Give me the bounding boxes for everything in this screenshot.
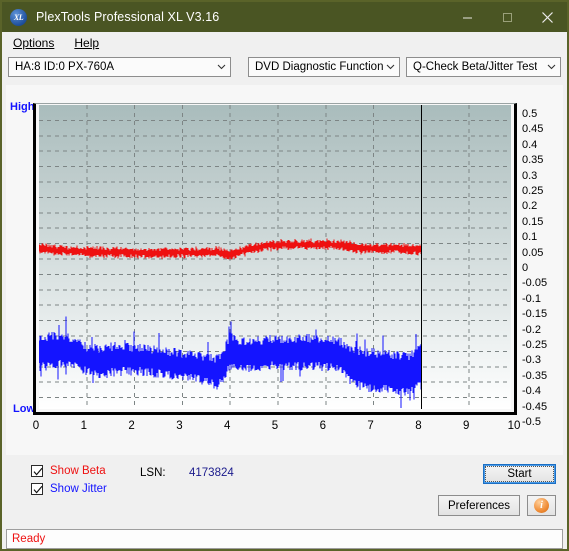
checkmark-icon[interactable]: [31, 483, 43, 495]
y-axis-tick-label: -0.3: [522, 354, 541, 367]
lsn-value: 4173824: [189, 467, 234, 479]
x-axis-tick-label: 9: [462, 420, 470, 432]
y-axis-tick-label: -0.45: [522, 400, 548, 413]
y-axis-tick-label: -0.2: [522, 323, 541, 336]
x-axis-tick-label: 2: [128, 420, 135, 432]
x-axis-tick-label: 10: [507, 420, 521, 432]
y-axis-tick-label: -0.1: [522, 292, 541, 305]
y-axis-tick-label: 0.05: [522, 246, 544, 259]
plot-surface: [39, 105, 511, 409]
test-select-value: Q-Check Beta/Jitter Test: [413, 61, 538, 73]
application-window: XL PlexTools Professional XL V3.16 Optio…: [0, 0, 569, 551]
x-axis-tick-label: 1: [80, 420, 87, 432]
status-bar: Ready: [6, 529, 563, 549]
menu-options-label: Options: [13, 35, 55, 50]
show-beta-checkbox[interactable]: Show Beta: [31, 465, 106, 477]
x-axis-tick-label: 7: [367, 420, 374, 432]
plot-area: [33, 103, 517, 415]
x-axis-labels: 0 1 2 3 4 5 6 7 8 9 10: [33, 420, 523, 438]
x-axis-tick-label: 5: [271, 420, 279, 432]
menu-item-options[interactable]: Options: [4, 34, 63, 52]
menu-help-label: Help: [74, 35, 100, 50]
drive-select-value: HA:8 ID:0 PX-760A: [15, 61, 115, 73]
y-axis-tick-label: 0.1: [522, 231, 538, 244]
y-axis-tick-label: 0.15: [522, 215, 544, 228]
x-axis-tick-label: 4: [223, 420, 231, 432]
x-axis-tick-label: 3: [176, 420, 183, 432]
y-axis-tick-label: 0.2: [522, 200, 538, 213]
lsn-label: LSN:: [140, 467, 166, 479]
y-axis-labels: 0.5 0.45 0.4 0.35 0.3 0.25 0.2 0.15 0.1 0.05 0 -0.0…: [522, 95, 563, 428]
preferences-button[interactable]: Preferences: [438, 495, 520, 516]
y-axis-tick-label: 0: [522, 262, 529, 274]
chevron-down-icon[interactable]: [213, 64, 230, 70]
y-axis-tick-label: -0.15: [522, 308, 548, 321]
axis-label-low: Low: [13, 403, 35, 415]
chevron-down-icon[interactable]: [383, 64, 399, 70]
y-axis-tick-label: 0.35: [522, 154, 544, 167]
x-axis-tick-label: 8: [415, 420, 422, 432]
close-icon[interactable]: [527, 2, 567, 32]
y-axis-tick-label: 0.5: [522, 108, 538, 120]
function-select[interactable]: DVD Diagnostic Functions: [248, 57, 400, 77]
start-button-label: Start: [485, 466, 554, 482]
y-axis-tick-label: -0.25: [522, 339, 548, 351]
window-title: PlexTools Professional XL V3.16: [36, 10, 220, 24]
menu-item-help[interactable]: Help: [65, 34, 108, 52]
control-panel: Show Beta Show Jitter LSN: 4173824 Start…: [6, 455, 563, 525]
plot-graphics: [39, 105, 511, 409]
title-bar: XL PlexTools Professional XL V3.16: [2, 2, 567, 32]
x-axis-tick-label: 6: [319, 420, 326, 432]
checkmark-icon[interactable]: [31, 465, 43, 477]
y-axis-tick-label: -0.05: [522, 277, 548, 290]
status-text: Ready: [12, 533, 46, 545]
y-axis-tick-label: -0.4: [522, 385, 541, 398]
chevron-down-icon[interactable]: [543, 64, 560, 70]
maximize-icon[interactable]: [487, 2, 527, 32]
drive-select[interactable]: HA:8 ID:0 PX-760A: [8, 57, 231, 77]
y-axis-tick-label: 0.45: [522, 123, 544, 136]
window-button-group: [447, 2, 567, 32]
start-button[interactable]: Start: [483, 464, 556, 484]
show-beta-label: Show Beta: [50, 465, 106, 477]
menu-bar: Options Help: [2, 32, 567, 54]
y-axis-tick-label: -0.5: [522, 416, 541, 428]
y-axis-tick-label: 0.25: [522, 185, 544, 197]
info-button[interactable]: i: [527, 495, 556, 516]
plot-frame: [33, 103, 517, 415]
show-jitter-label: Show Jitter: [50, 483, 107, 495]
info-icon: i: [534, 498, 549, 513]
function-select-value: DVD Diagnostic Functions: [255, 61, 383, 73]
y-axis-tick-label: 0.4: [522, 138, 538, 151]
minimize-icon[interactable]: [447, 2, 487, 32]
y-axis-tick-label: -0.35: [522, 369, 548, 382]
x-axis-tick-label: 0: [32, 420, 40, 432]
app-xl-icon: XL: [10, 8, 27, 26]
preferences-button-label: Preferences: [447, 499, 510, 512]
test-select[interactable]: Q-Check Beta/Jitter Test: [406, 57, 561, 77]
toolbar: HA:8 ID:0 PX-760A DVD Diagnostic Functio…: [2, 53, 567, 81]
show-jitter-checkbox[interactable]: Show Jitter: [31, 483, 107, 495]
y-axis-tick-label: 0.3: [522, 169, 538, 182]
axis-label-high: High: [10, 101, 35, 113]
chart-panel: High Low 0.5 0.45 0.4 0.35 0.3 0.25 0.2 0.15 0.1…: [6, 85, 563, 455]
